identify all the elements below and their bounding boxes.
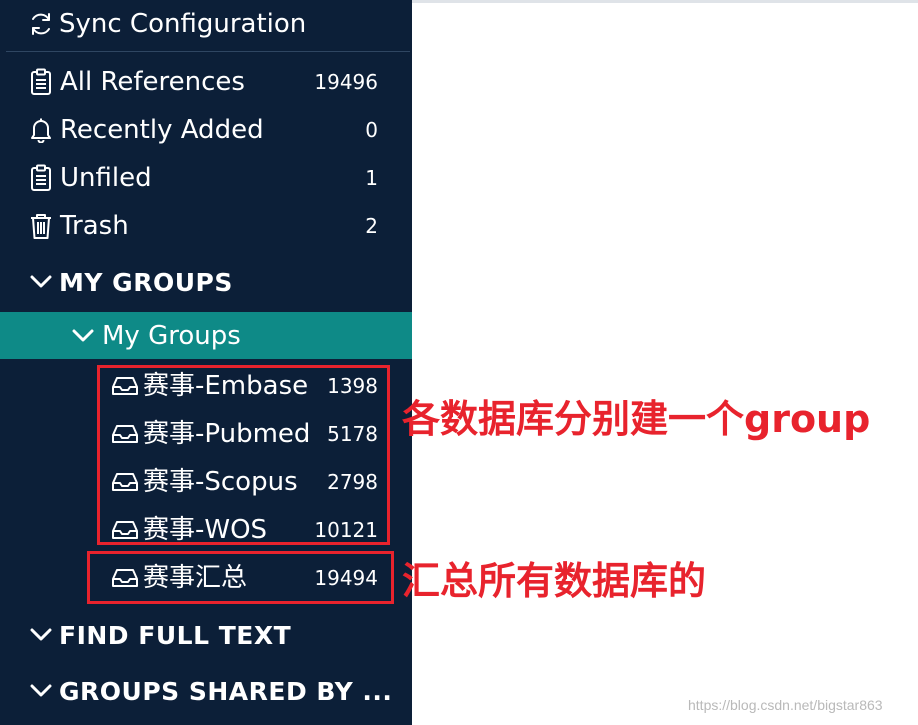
item-count: 19496 bbox=[314, 70, 378, 94]
section-header-my-groups[interactable]: MY GROUPS bbox=[0, 259, 412, 305]
sync-configuration-item[interactable]: Sync Configuration bbox=[0, 0, 412, 48]
top-border bbox=[412, 0, 918, 3]
watermark-text: https://blog.csdn.net/bigstar863 bbox=[688, 697, 883, 713]
annotation-text-summary: 汇总所有数据库的 bbox=[402, 559, 707, 603]
chevron-down-icon[interactable] bbox=[30, 624, 52, 646]
annotation-box-summary bbox=[87, 551, 394, 604]
trash-icon bbox=[28, 211, 54, 241]
section-header-label: FIND FULL TEXT bbox=[59, 620, 292, 650]
chevron-down-icon[interactable] bbox=[30, 680, 52, 702]
section-header-label: MY GROUPS bbox=[59, 267, 233, 297]
sidebar-item-trash[interactable]: Trash 2 bbox=[0, 203, 412, 249]
chevron-down-icon[interactable] bbox=[72, 325, 94, 347]
sidebar-item-label: Recently Added bbox=[60, 115, 264, 145]
item-count: 2 bbox=[365, 214, 378, 238]
sync-icon bbox=[27, 10, 55, 38]
sidebar-item-label: Trash bbox=[60, 211, 129, 241]
section-header-groups-shared[interactable]: GROUPS SHARED BY ... bbox=[0, 668, 412, 714]
endnote-sidebar: Sync Configuration All References 19496 bbox=[0, 0, 412, 725]
sidebar-item-recently-added[interactable]: Recently Added 0 bbox=[0, 107, 412, 153]
sidebar-item-unfiled[interactable]: Unfiled 1 bbox=[0, 155, 412, 201]
screenshot-page: Sync Configuration All References 19496 bbox=[0, 0, 918, 725]
sidebar-item-label: All References bbox=[60, 67, 245, 97]
annotation-box-databases bbox=[97, 365, 390, 545]
chevron-down-icon[interactable] bbox=[30, 271, 52, 293]
annotation-text-per-database: 各数据库分别建一个group bbox=[402, 397, 871, 441]
bell-icon bbox=[28, 115, 54, 145]
sidebar-divider bbox=[6, 51, 410, 52]
item-count: 1 bbox=[365, 166, 378, 190]
section-header-label: GROUPS SHARED BY ... bbox=[59, 676, 393, 706]
group-set-label: My Groups bbox=[102, 321, 241, 351]
item-count: 0 bbox=[365, 118, 378, 142]
clipboard-icon bbox=[28, 163, 54, 193]
group-set-my-groups[interactable]: My Groups bbox=[0, 313, 412, 359]
sidebar-item-label: Unfiled bbox=[60, 163, 152, 193]
sync-configuration-label: Sync Configuration bbox=[59, 9, 307, 39]
section-header-find-full-text[interactable]: FIND FULL TEXT bbox=[0, 612, 412, 658]
sidebar-item-all-references[interactable]: All References 19496 bbox=[0, 59, 412, 105]
clipboard-icon bbox=[28, 67, 54, 97]
